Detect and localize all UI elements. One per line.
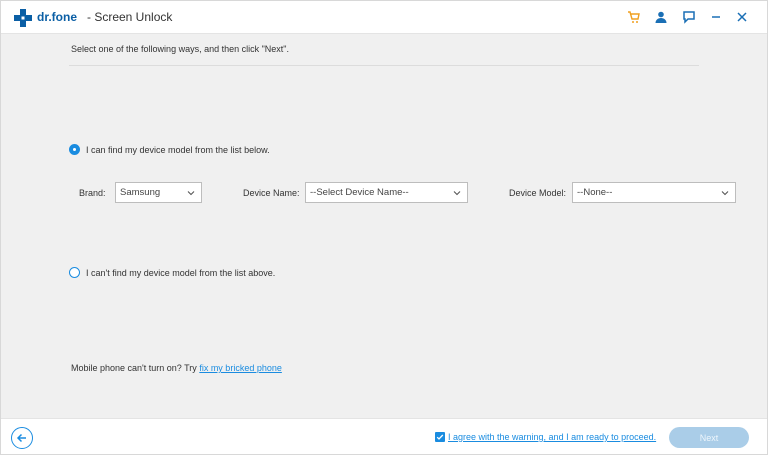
fix-bricked-phone-link[interactable]: fix my bricked phone	[199, 363, 282, 373]
option-find-model[interactable]: I can find my device model from the list…	[69, 144, 270, 155]
brand-label: Brand:	[79, 188, 106, 198]
title-bar: dr.fone - Screen Unlock	[1, 1, 767, 34]
chevron-down-icon	[187, 191, 195, 196]
chevron-down-icon	[721, 191, 729, 196]
close-icon[interactable]	[734, 9, 750, 25]
option-not-found-label: I can't find my device model from the li…	[86, 267, 276, 278]
device-name-select-value: --Select Device Name--	[310, 187, 409, 198]
agree-checkbox[interactable]	[435, 432, 445, 442]
minimize-icon[interactable]	[708, 9, 724, 25]
arrow-left-icon	[16, 433, 26, 443]
check-icon	[436, 434, 444, 440]
divider	[69, 65, 699, 66]
radio-not-found[interactable]	[69, 267, 80, 278]
agree-text[interactable]: I agree with the warning, and I am ready…	[448, 432, 656, 442]
footer-bar: I agree with the warning, and I am ready…	[1, 418, 767, 454]
cart-icon[interactable]	[626, 9, 642, 25]
back-button[interactable]	[11, 427, 33, 449]
option-not-found[interactable]: I can't find my device model from the li…	[69, 267, 275, 278]
chevron-down-icon	[453, 191, 461, 196]
device-model-select[interactable]: --None--	[572, 182, 736, 203]
next-button[interactable]: Next	[669, 427, 749, 448]
device-model-select-value: --None--	[577, 187, 613, 198]
device-name-select[interactable]: --Select Device Name--	[305, 182, 468, 203]
radio-find-model[interactable]	[69, 144, 80, 155]
device-model-label: Device Model:	[509, 188, 567, 198]
brand-select[interactable]: Samsung	[115, 182, 202, 203]
brand-select-value: Samsung	[120, 187, 161, 198]
brand-name: dr.fone	[37, 10, 78, 24]
feedback-icon[interactable]	[681, 9, 697, 25]
agree-checkbox-row[interactable]: I agree with the warning, and I am ready…	[435, 432, 656, 442]
bricked-phone-note: Mobile phone can't turn on? Try fix my b…	[71, 363, 282, 373]
app-title: - Screen Unlock	[87, 10, 173, 24]
bricked-note-prefix: Mobile phone can't turn on? Try	[71, 363, 197, 373]
drfone-logo-icon	[14, 9, 32, 27]
option-find-model-label: I can find my device model from the list…	[86, 144, 270, 155]
device-name-label: Device Name:	[243, 188, 300, 198]
user-icon[interactable]	[653, 9, 669, 25]
instruction-text: Select one of the following ways, and th…	[71, 44, 290, 54]
app-window: dr.fone - Screen Unlock Select one of th…	[0, 0, 768, 455]
